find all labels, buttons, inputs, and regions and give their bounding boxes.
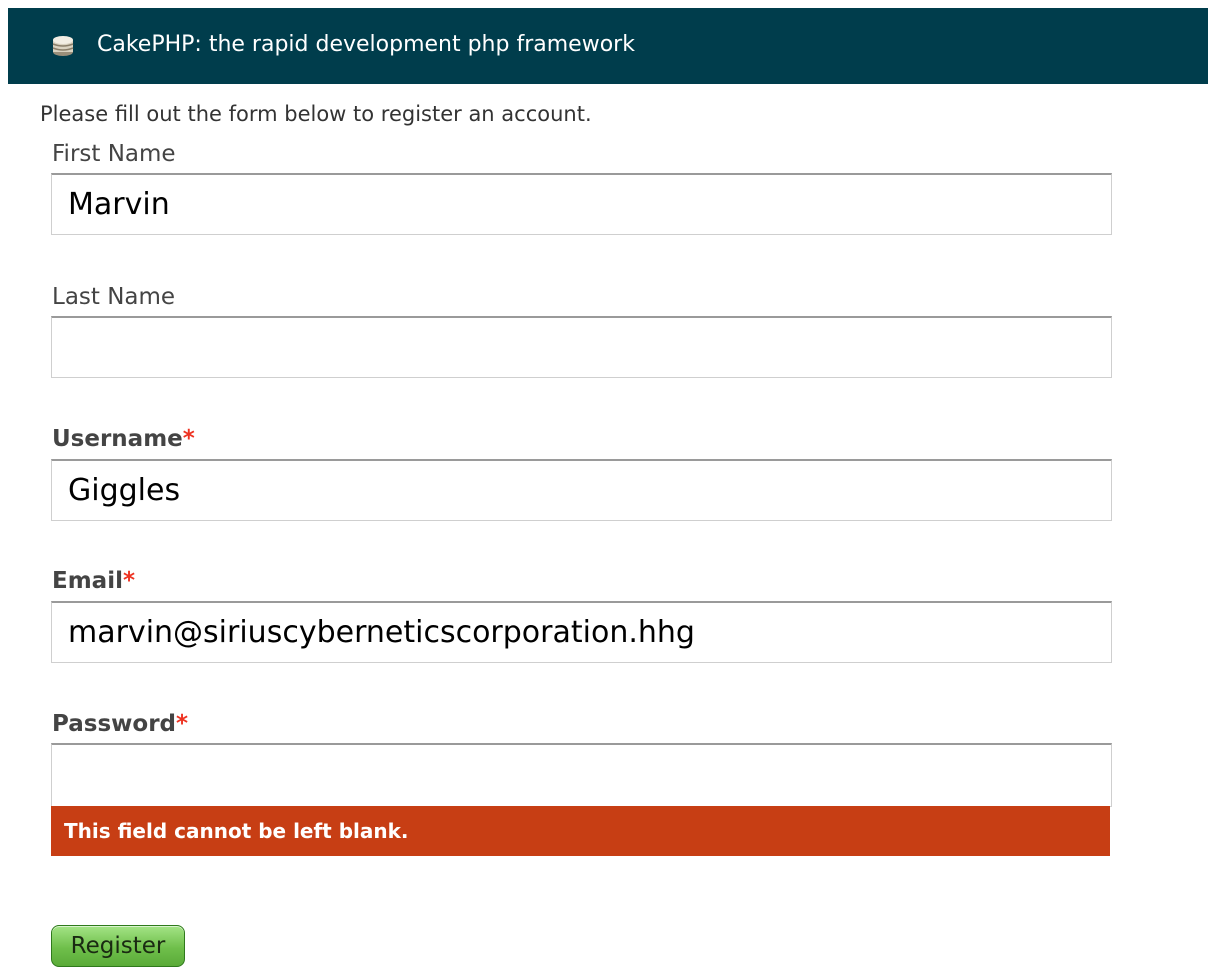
last-name-input[interactable]: [51, 316, 1112, 378]
required-marker: *: [122, 568, 135, 594]
last-name-label: Last Name: [52, 284, 176, 310]
first-name-input[interactable]: [51, 173, 1112, 235]
register-button[interactable]: Register: [51, 925, 185, 967]
password-label: Password*: [52, 711, 189, 737]
required-marker: *: [176, 711, 189, 737]
app-header: CakePHP: the rapid development php frame…: [8, 8, 1208, 84]
first-name-label: First Name: [52, 141, 176, 167]
cake-icon: [52, 36, 74, 56]
email-input[interactable]: [51, 601, 1112, 663]
header-title: CakePHP: the rapid development php frame…: [97, 32, 635, 57]
email-label: Email*: [52, 568, 135, 594]
username-input[interactable]: [51, 459, 1112, 521]
form-intro: Please fill out the form below to regist…: [40, 102, 592, 126]
password-error-message: This field cannot be left blank.: [51, 806, 1110, 856]
required-marker: *: [182, 426, 195, 452]
password-input[interactable]: [51, 743, 1112, 807]
username-label: Username*: [52, 426, 195, 452]
